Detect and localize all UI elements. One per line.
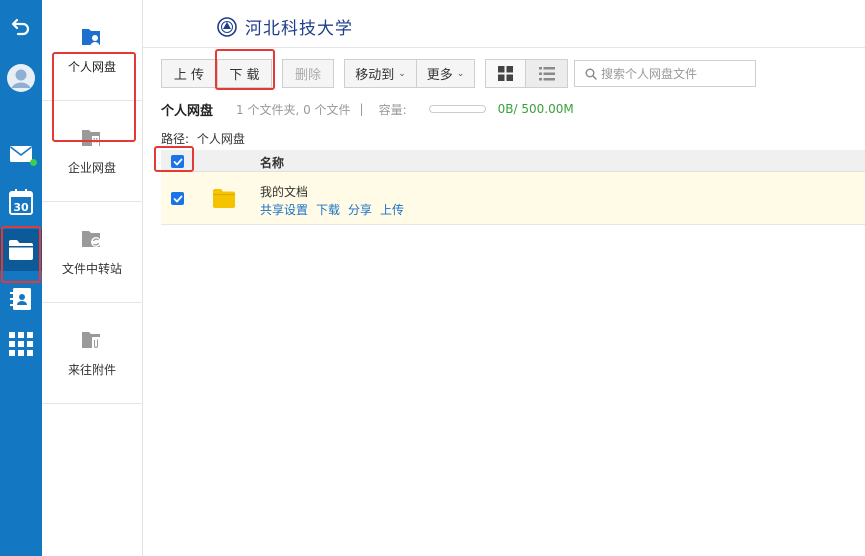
chevron-down-icon: ⌄ xyxy=(398,68,406,79)
subnav-item-label: 个人网盘 xyxy=(67,59,116,74)
calendar-nav-button[interactable]: 30 xyxy=(0,184,42,220)
table-row[interactable]: 我的文档 共享设置 下载 分享 上传 xyxy=(161,172,865,225)
select-all-checkbox[interactable] xyxy=(171,155,184,168)
enterprise-disk-icon xyxy=(82,129,100,147)
user-avatar-button[interactable] xyxy=(0,58,42,98)
back-button[interactable] xyxy=(0,8,42,46)
calendar-icon: 30 xyxy=(9,189,33,215)
upload-button[interactable]: 上 传 xyxy=(161,59,217,88)
row-checkbox[interactable] xyxy=(171,192,184,205)
breadcrumb-item[interactable]: 个人网盘 xyxy=(197,132,245,146)
netdisk-subnav: 个人网盘 企业网盘 文件中转站 来往附件 xyxy=(42,0,143,556)
icon-rail: 30 xyxy=(0,0,42,556)
capacity-quota: 0B/ 500.00M xyxy=(497,102,574,116)
row-actions: 共享设置 下载 分享 上传 xyxy=(260,201,404,218)
contacts-nav-button[interactable] xyxy=(0,284,42,314)
path-label: 路径: xyxy=(161,132,190,146)
subnav-item-enterprise-disk[interactable]: 企业网盘 xyxy=(42,101,142,202)
mail-nav-button[interactable] xyxy=(0,136,42,172)
capacity-progress-bar xyxy=(428,105,486,113)
webmail-app: 30 个人网盘 企业网盘 文件中转站 来往附件 河北科技大学 上 传 下 载 删… xyxy=(0,0,865,556)
delete-button[interactable]: 删除 xyxy=(282,59,334,88)
download-button[interactable]: 下 载 xyxy=(217,59,272,88)
personal-disk-icon xyxy=(82,28,100,46)
upload-link[interactable]: 上传 xyxy=(380,201,404,218)
disk-info-bar: 个人网盘 1 个文件夹, 0 个文件 | 容量: 0B/ 500.00M xyxy=(161,101,574,119)
logo-text: 河北科技大学 xyxy=(245,19,353,39)
avatar-icon xyxy=(7,64,35,92)
grid-view-icon xyxy=(498,66,513,81)
subnav-item-personal-disk[interactable]: 个人网盘 xyxy=(42,0,142,101)
info-separator: | xyxy=(359,102,364,116)
disk-title: 个人网盘 xyxy=(161,103,214,119)
header: 河北科技大学 xyxy=(143,0,865,48)
move-to-label: 移动到 xyxy=(355,68,395,83)
subnav-item-label: 来往附件 xyxy=(67,362,116,377)
contacts-icon xyxy=(10,288,31,310)
online-status-dot xyxy=(30,159,37,166)
more-label: 更多 xyxy=(426,68,453,83)
transfer-station-icon xyxy=(82,230,101,247)
grid-view-button[interactable] xyxy=(485,59,526,88)
attachment-icon xyxy=(82,331,100,349)
netdisk-nav-button[interactable] xyxy=(0,229,42,271)
breadcrumb: 路径: 个人网盘 xyxy=(161,130,245,147)
university-logo: 河北科技大学 xyxy=(217,14,353,39)
list-view-icon xyxy=(538,66,555,80)
calendar-day-text: 30 xyxy=(13,201,29,214)
capacity-label: 容量: xyxy=(378,102,407,117)
folder-icon xyxy=(9,240,33,260)
file-table-header: 名称 xyxy=(161,150,865,172)
share-settings-link[interactable]: 共享设置 xyxy=(260,201,308,218)
back-arrow-icon xyxy=(11,18,30,36)
download-link[interactable]: 下载 xyxy=(316,201,340,218)
search-icon xyxy=(585,68,597,80)
list-view-button[interactable] xyxy=(525,59,568,88)
chevron-down-icon: ⌄ xyxy=(456,68,465,79)
subnav-item-label: 文件中转站 xyxy=(61,261,122,276)
subnav-item-attachments[interactable]: 来往附件 xyxy=(42,303,142,404)
apps-grid-icon xyxy=(9,332,33,356)
search-box xyxy=(574,60,756,87)
column-header-name[interactable]: 名称 xyxy=(260,154,284,171)
subnav-item-transfer-station[interactable]: 文件中转站 xyxy=(42,202,142,303)
folder-file-count: 1 个文件夹, 0 个文件 xyxy=(236,102,351,117)
folder-icon xyxy=(213,189,235,208)
move-to-dropdown[interactable]: 移动到 ⌄ xyxy=(344,59,417,88)
apps-nav-button[interactable] xyxy=(0,330,42,358)
university-emblem-icon xyxy=(217,16,237,37)
search-input[interactable] xyxy=(601,66,751,81)
more-dropdown[interactable]: 更多 ⌄ xyxy=(416,59,475,88)
subnav-item-label: 企业网盘 xyxy=(67,160,116,175)
check-icon xyxy=(173,195,182,202)
file-name[interactable]: 我的文档 xyxy=(260,183,308,200)
share-link[interactable]: 分享 xyxy=(348,201,372,218)
check-icon xyxy=(173,158,182,165)
